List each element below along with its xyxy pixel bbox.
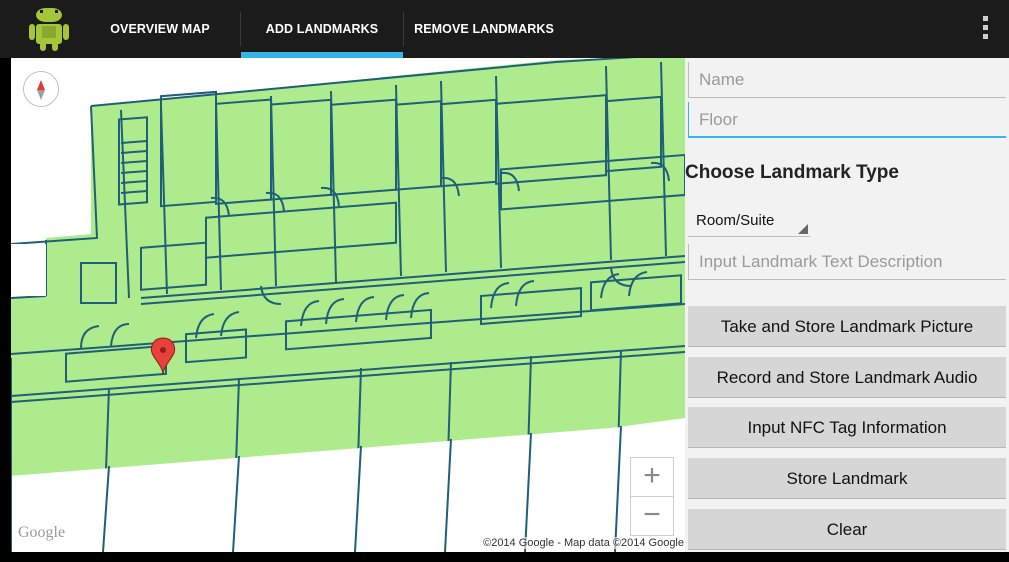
landmark-type-value: Room/Suite bbox=[696, 212, 775, 229]
compass-icon[interactable] bbox=[24, 72, 58, 106]
tab-remove-landmarks[interactable]: REMOVE LANDMARKS bbox=[403, 0, 565, 58]
tab-add-landmarks[interactable]: ADD LANDMARKS bbox=[241, 0, 403, 58]
landmark-type-heading: Choose Landmark Type bbox=[685, 162, 899, 183]
clear-button[interactable]: Clear bbox=[688, 509, 1006, 550]
floorplan-overlay bbox=[11, 58, 685, 552]
google-logo: Google bbox=[18, 524, 66, 541]
map-view[interactable]: + − Google ©2014 Google - Map data ©2014… bbox=[11, 58, 685, 552]
dropdown-arrow-icon bbox=[798, 224, 808, 234]
description-input[interactable] bbox=[697, 248, 1001, 276]
landmark-form-panel: Choose Landmark Type Room/Suite Take and… bbox=[685, 58, 1009, 552]
action-bar: OVERVIEW MAP ADD LANDMARKS REMOVE LANDMA… bbox=[0, 0, 1009, 58]
android-robot-icon bbox=[28, 6, 70, 52]
landmark-type-spinner[interactable]: Room/Suite bbox=[688, 206, 810, 237]
nfc-tag-button[interactable]: Input NFC Tag Information bbox=[688, 407, 1006, 448]
map-copyright: ©2014 Google - Map data ©2014 Google bbox=[482, 537, 685, 549]
floor-input[interactable] bbox=[697, 106, 1001, 134]
floor-field[interactable] bbox=[688, 102, 1006, 138]
name-field[interactable] bbox=[688, 62, 1006, 98]
zoom-in-button[interactable]: + bbox=[630, 457, 674, 497]
zoom-out-button[interactable]: − bbox=[630, 496, 674, 536]
record-audio-button[interactable]: Record and Store Landmark Audio bbox=[688, 357, 1006, 398]
name-input[interactable] bbox=[697, 66, 1001, 94]
store-landmark-button[interactable]: Store Landmark bbox=[688, 458, 1006, 499]
take-picture-button[interactable]: Take and Store Landmark Picture bbox=[688, 306, 1006, 347]
overflow-menu-icon[interactable] bbox=[980, 16, 990, 44]
description-field[interactable] bbox=[688, 244, 1006, 280]
tab-overview-map[interactable]: OVERVIEW MAP bbox=[96, 0, 224, 58]
